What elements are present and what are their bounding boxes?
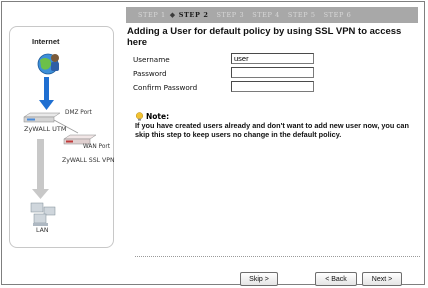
password-label: Password	[133, 69, 167, 78]
step-3: STEP 3	[216, 11, 245, 19]
note-heading: Note:	[135, 112, 169, 121]
page-title: Adding a User for default policy by usin…	[127, 26, 402, 48]
divider	[135, 256, 420, 257]
skip-button[interactable]: Skip >	[240, 272, 278, 286]
gray-arrow-icon	[32, 139, 49, 199]
wan-port-label: WAN Port	[83, 144, 111, 150]
network-diagram: Internet DMZ Port ZyWALL UTM WAN Port Zy…	[9, 26, 115, 248]
diamond-icon: ◆	[169, 11, 176, 19]
note-heading-text: Note:	[146, 112, 170, 121]
next-button[interactable]: Next >	[362, 272, 402, 286]
step-1: STEP 1	[138, 11, 166, 19]
username-input[interactable]	[231, 53, 314, 64]
wizard-window: STEP 1 ◆ STEP 2 STEP 3 STEP 4 STEP 5 STE…	[1, 1, 425, 286]
step-4: STEP 4	[252, 11, 280, 19]
confirm-password-input[interactable]	[231, 81, 314, 92]
diagram-graphics	[23, 53, 97, 226]
confirm-password-label: Confirm Password	[133, 83, 198, 92]
note-lightbulb-icon	[135, 112, 144, 121]
back-button[interactable]: < Back	[315, 272, 357, 286]
lan-label: LAN	[36, 227, 49, 234]
username-label: Username	[133, 55, 170, 64]
lan-computers-icon	[30, 202, 56, 226]
internet-globe-icon	[37, 53, 59, 75]
dmz-port-label: DMZ Port	[65, 110, 92, 116]
password-input[interactable]	[231, 67, 314, 78]
step-2: STEP 2	[178, 11, 209, 19]
note-text: If you have created users already and do…	[135, 121, 409, 139]
sslvpn-device-icon	[63, 134, 97, 145]
step-5: STEP 5	[287, 11, 316, 19]
blue-arrow-icon	[39, 77, 54, 110]
step-bar: STEP 1 ◆ STEP 2 STEP 3 STEP 4 STEP 5 STE…	[126, 7, 418, 23]
step-6: STEP 6	[323, 11, 352, 19]
utm-label: ZyWALL UTM	[24, 125, 67, 133]
sslvpn-label: ZyWALL SSL VPN	[62, 157, 115, 164]
